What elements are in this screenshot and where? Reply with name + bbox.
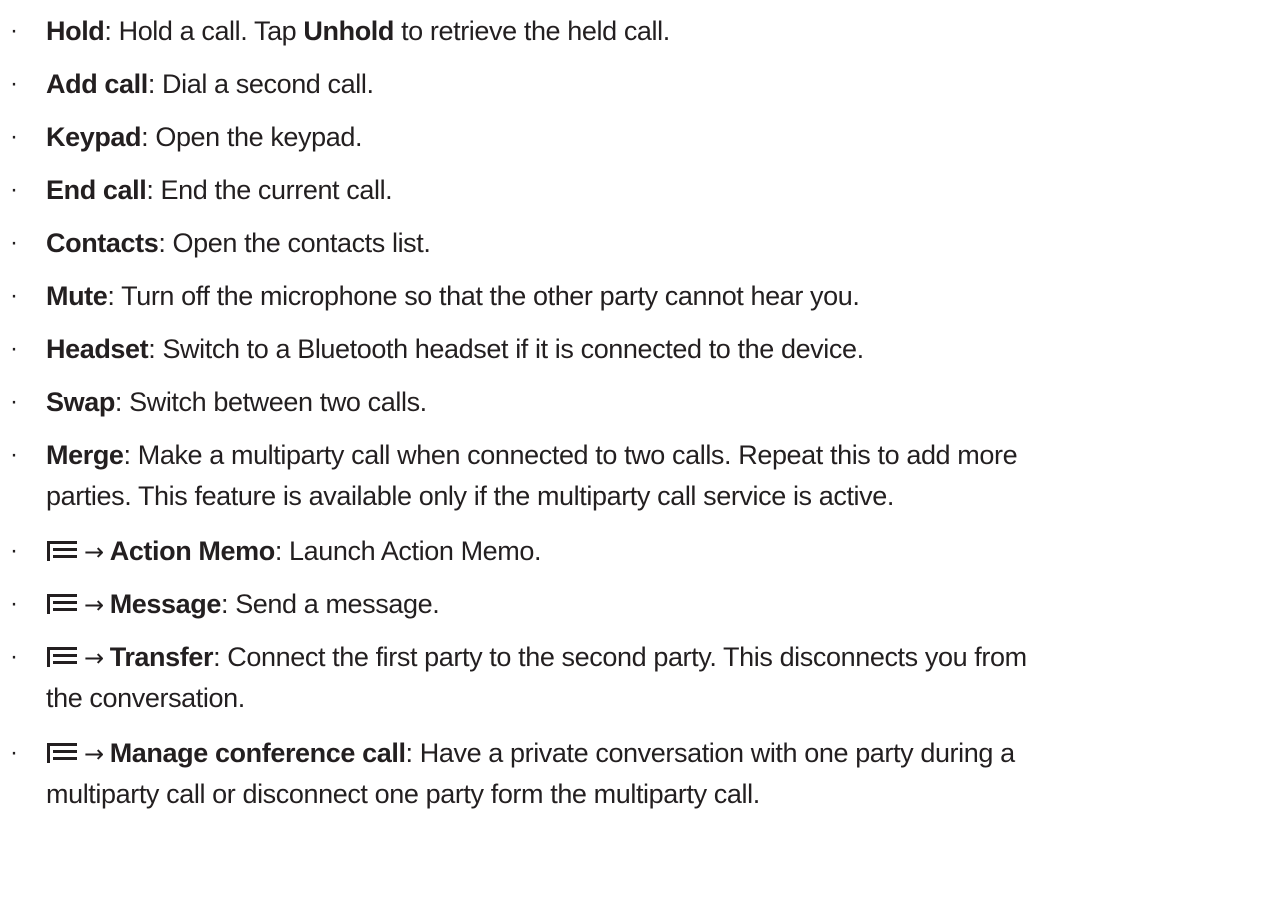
separator: : <box>158 228 173 258</box>
list-item-line: → Action Memo: Launch Action Memo. <box>46 532 541 571</box>
term-label: Keypad <box>46 122 142 152</box>
separator: : <box>220 589 236 619</box>
term-label: Manage conference call <box>109 738 406 768</box>
description-text: Make a multiparty call when connected to… <box>137 440 1018 470</box>
term-label: Swap <box>46 387 115 417</box>
list-item-line: → Transfer: Connect the first party to th… <box>46 638 1027 677</box>
list-item-line: Mute: Turn off the microphone so that th… <box>46 277 860 315</box>
term-label: Add call <box>46 69 148 99</box>
list-item-line: End call: End the current call. <box>46 171 393 209</box>
term-label-secondary: Unhold <box>303 16 394 46</box>
separator: : <box>147 69 163 99</box>
separator: : <box>274 536 290 566</box>
separator: : <box>146 175 161 205</box>
list-item-line-continued: the conversation. <box>46 679 245 717</box>
arrow-icon: → <box>84 644 104 672</box>
bullet: · <box>10 17 18 44</box>
bullet: · <box>10 643 18 670</box>
description-text: Turn off the microphone so that the othe… <box>121 281 860 311</box>
list-item-line: Keypad: Open the keypad. <box>46 118 363 156</box>
description-text-continued: the conversation. <box>46 683 245 713</box>
term-label: Contacts <box>46 228 159 258</box>
separator: : <box>405 738 420 768</box>
menu-icon <box>47 647 77 667</box>
separator: : <box>148 334 163 364</box>
bullet: · <box>10 590 18 617</box>
description-text: Open the keypad. <box>155 122 363 152</box>
separator: : <box>107 281 122 311</box>
description-text: Have a private conversation with one par… <box>419 738 1015 768</box>
term-label: Headset <box>46 334 149 364</box>
term-label: Merge <box>46 440 124 470</box>
description-text: Switch between two calls. <box>129 387 427 417</box>
term-label: End call <box>46 175 147 205</box>
term-label: Mute <box>46 281 108 311</box>
arrow-icon: → <box>84 538 104 566</box>
separator: : <box>213 642 228 672</box>
bullet: · <box>10 537 18 564</box>
list-item-line: Contacts: Open the contacts list. <box>46 224 431 262</box>
description-text: Connect the first party to the second pa… <box>227 642 1027 672</box>
list-item-line-continued: parties. This feature is available only … <box>46 477 894 515</box>
term-label: Action Memo <box>109 536 276 566</box>
term-label: Transfer <box>109 642 214 672</box>
list-item-line: → Message: Send a message. <box>46 585 440 624</box>
list-item-line: Swap: Switch between two calls. <box>46 383 427 421</box>
arrow-icon: → <box>84 740 104 768</box>
list-item-line: Hold: Hold a call. Tap Unhold to retriev… <box>46 12 670 50</box>
list-item-line-continued: multiparty call or disconnect one party … <box>46 775 760 813</box>
menu-icon <box>47 743 77 763</box>
description-text: Hold a call. Tap <box>118 16 304 46</box>
separator: : <box>114 387 130 417</box>
bullet: · <box>10 388 18 415</box>
separator: : <box>123 440 138 470</box>
menu-icon <box>47 541 77 561</box>
bullet: · <box>10 335 18 362</box>
list-item-line: Add call: Dial a second call. <box>46 65 374 103</box>
bullet: · <box>10 229 18 256</box>
description-text: Switch to a Bluetooth headset if it is c… <box>162 334 864 364</box>
term-label: Message <box>109 589 222 619</box>
description-text: Send a message. <box>235 589 440 619</box>
document-page: · Hold: Hold a call. Tap Unhold to retri… <box>0 0 1287 902</box>
bullet: · <box>10 176 18 203</box>
description-text: End the current call. <box>160 175 393 205</box>
list-item-line: → Manage conference call: Have a private … <box>46 734 1015 773</box>
separator: : <box>104 16 119 46</box>
description-text-continued: to retrieve the held call. <box>393 16 670 46</box>
description-text: Dial a second call. <box>162 69 374 99</box>
term-label: Hold <box>46 16 105 46</box>
arrow-icon: → <box>84 591 104 619</box>
bullet: · <box>10 70 18 97</box>
list-item-line: Merge: Make a multiparty call when conne… <box>46 436 1018 474</box>
menu-icon <box>47 594 77 614</box>
description-text: Launch Action Memo. <box>289 536 542 566</box>
description-text-continued: parties. This feature is available only … <box>46 481 894 511</box>
bullet: · <box>10 441 18 468</box>
bullet: · <box>10 739 18 766</box>
bullet: · <box>10 123 18 150</box>
separator: : <box>141 122 156 152</box>
description-text: Open the contacts list. <box>172 228 431 258</box>
bullet: · <box>10 282 18 309</box>
list-item-line: Headset: Switch to a Bluetooth headset i… <box>46 330 864 368</box>
description-text-continued: multiparty call or disconnect one party … <box>46 779 760 809</box>
